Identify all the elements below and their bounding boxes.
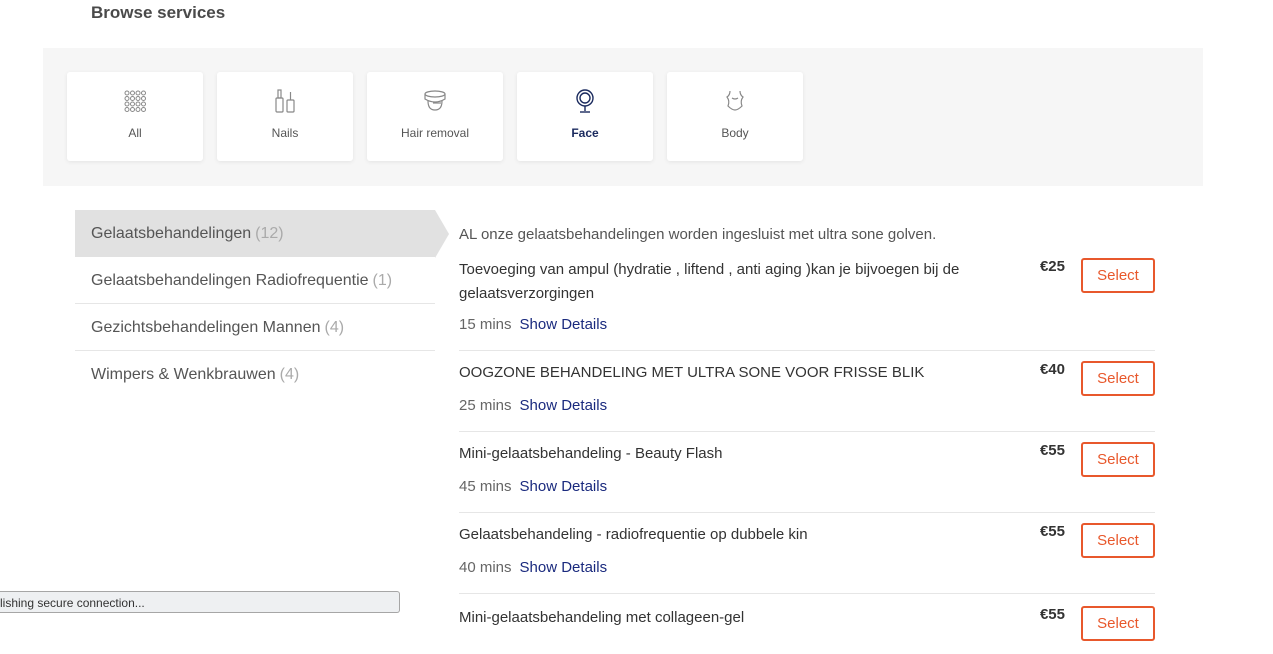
wax-icon xyxy=(367,87,503,115)
service-row: OOGZONE BEHANDELING MET ULTRA SONE VOOR … xyxy=(459,351,1155,432)
category-label: All xyxy=(128,126,142,140)
service-meta: 45 mins Show Details xyxy=(459,478,607,495)
sidebar-item-label: Gelaatsbehandelingen Radiofrequentie xyxy=(91,272,369,289)
select-button[interactable]: Select xyxy=(1081,442,1155,477)
page-title: Browse services xyxy=(91,3,226,22)
sidebar-item-count: (4) xyxy=(279,366,300,383)
grid-dots-icon xyxy=(67,87,203,115)
service-row: Mini-gelaatsbehandeling met collageen-ge… xyxy=(459,594,1155,654)
face-mirror-icon xyxy=(517,87,653,115)
category-face[interactable]: Face xyxy=(517,72,653,161)
service-row: Gelaatsbehandeling - radiofrequentie op … xyxy=(459,513,1155,594)
sidebar-item-wimpers[interactable]: Wimpers & Wenkbrauwen (4) xyxy=(75,351,435,398)
service-duration: 40 mins xyxy=(459,559,512,576)
sidebar-item-count: (12) xyxy=(255,225,284,242)
show-details-link[interactable]: Show Details xyxy=(520,397,608,414)
category-description: AL onze gelaatsbehandelingen worden inge… xyxy=(459,226,937,243)
category-label: Nails xyxy=(271,126,299,140)
service-name: Mini-gelaatsbehandeling - Beauty Flash xyxy=(459,445,723,462)
service-row: Mini-gelaatsbehandeling - Beauty Flash 4… xyxy=(459,432,1155,513)
show-details-link[interactable]: Show Details xyxy=(520,316,608,333)
sidebar-item-gelaatsbehandelingen[interactable]: Gelaatsbehandelingen (12) xyxy=(75,210,449,258)
select-button[interactable]: Select xyxy=(1081,361,1155,396)
category-bar: All Nails Hair removal Face Body xyxy=(43,48,1203,186)
service-meta: 15 mins Show Details xyxy=(459,316,607,333)
category-body[interactable]: Body xyxy=(667,72,803,161)
category-label: Hair removal xyxy=(400,126,469,140)
service-duration: 25 mins xyxy=(459,397,512,414)
sidebar-item-count: (4) xyxy=(324,319,345,336)
service-name: Mini-gelaatsbehandeling met collageen-ge… xyxy=(459,609,745,626)
select-button[interactable]: Select xyxy=(1081,606,1155,641)
sidebar-item-label: Gezichtsbehandelingen Mannen xyxy=(91,319,321,336)
sidebar-item-label: Wimpers & Wenkbrauwen xyxy=(91,366,276,383)
category-hair-removal[interactable]: Hair removal xyxy=(367,72,503,161)
sidebar-item-radiofrequentie[interactable]: Gelaatsbehandelingen Radiofrequentie (1) xyxy=(75,257,435,304)
service-price: €55 xyxy=(1039,523,1065,540)
service-price: €25 xyxy=(1039,258,1065,275)
show-details-link[interactable]: Show Details xyxy=(520,559,608,576)
body-icon xyxy=(667,87,803,115)
select-button[interactable]: Select xyxy=(1081,258,1155,293)
service-meta: 25 mins Show Details xyxy=(459,397,607,414)
service-name: Gelaatsbehandeling - radiofrequentie op … xyxy=(459,526,808,543)
service-name: OOGZONE BEHANDELING MET ULTRA SONE VOOR … xyxy=(459,364,925,381)
service-list: AL onze gelaatsbehandelingen worden inge… xyxy=(459,222,1155,654)
sidebar-item-count: (1) xyxy=(372,272,393,289)
service-price: €55 xyxy=(1039,606,1065,623)
subcategory-sidebar: Gelaatsbehandelingen (12) Gelaatsbehandel… xyxy=(75,210,449,398)
category-label: Body xyxy=(721,126,749,140)
sidebar-item-label: Gelaatsbehandelingen xyxy=(91,225,252,242)
service-price: €40 xyxy=(1039,361,1065,378)
service-duration: 45 mins xyxy=(459,478,512,495)
service-price: €55 xyxy=(1039,442,1065,459)
service-meta: 40 mins Show Details xyxy=(459,559,607,576)
category-nails[interactable]: Nails xyxy=(217,72,353,161)
browser-status-bar: lishing secure connection... xyxy=(0,591,400,613)
service-row: Toevoeging van ampul (hydratie , liftend… xyxy=(459,248,1155,351)
service-name: Toevoeging van ampul (hydratie , liftend… xyxy=(459,261,960,302)
service-duration: 15 mins xyxy=(459,316,512,333)
category-all[interactable]: All xyxy=(67,72,203,161)
select-button[interactable]: Select xyxy=(1081,523,1155,558)
category-label: Face xyxy=(571,126,599,140)
show-details-link[interactable]: Show Details xyxy=(520,478,608,495)
sidebar-item-mannen[interactable]: Gezichtsbehandelingen Mannen (4) xyxy=(75,304,435,351)
nail-polish-icon xyxy=(217,87,353,115)
